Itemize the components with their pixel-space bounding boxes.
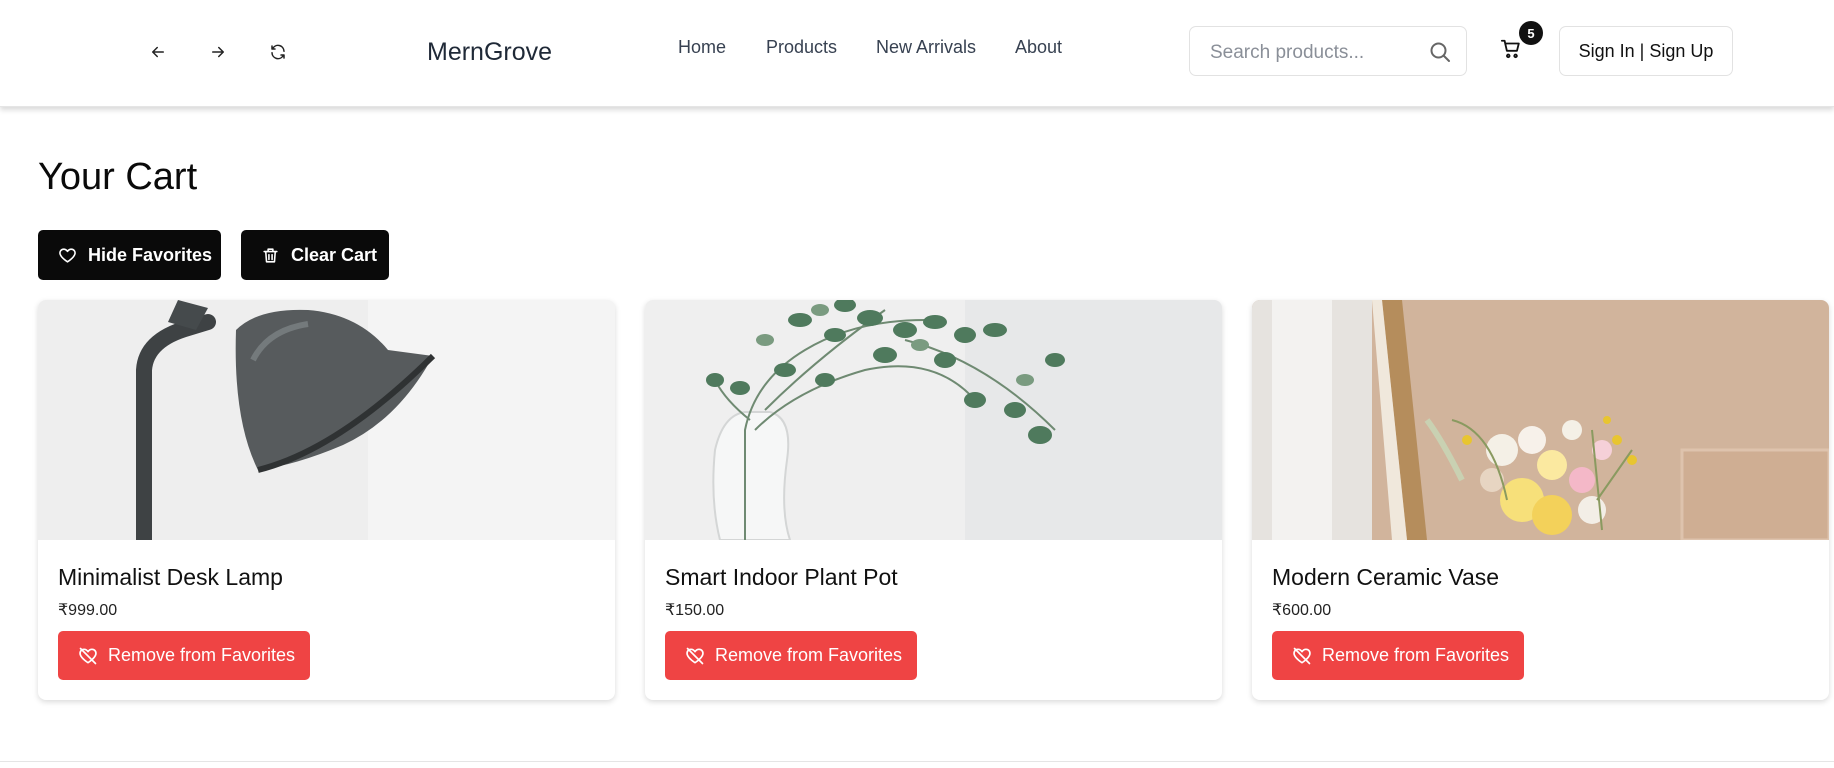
product-price: ₹999.00 (58, 602, 118, 619)
remove-from-favorites-button[interactable]: Remove from Favorites (1272, 631, 1524, 680)
nav-about[interactable]: About (1015, 37, 1062, 58)
heart-off-icon (1293, 647, 1311, 664)
back-button[interactable] (142, 36, 174, 68)
hide-favorites-label: Hide Favorites (88, 244, 213, 265)
product-card: Minimalist Desk Lamp ₹999.00 Remove from… (38, 300, 615, 700)
remove-from-favorites-button[interactable]: Remove from Favorites (665, 631, 917, 680)
trash-icon (263, 247, 278, 263)
product-name[interactable]: Minimalist Desk Lamp (58, 564, 283, 591)
remove-label: Remove from Favorites (715, 645, 903, 665)
nav-home[interactable]: Home (678, 37, 726, 58)
top-navbar: MernGrove Home Products New Arrivals Abo… (0, 0, 1834, 107)
arrow-right-icon (212, 46, 224, 58)
product-price: ₹150.00 (665, 602, 725, 619)
remove-label: Remove from Favorites (108, 645, 296, 665)
heart-off-icon (79, 647, 97, 664)
product-name[interactable]: Smart Indoor Plant Pot (665, 564, 898, 591)
nav-products[interactable]: Products (766, 37, 837, 58)
product-card: Smart Indoor Plant Pot ₹150.00 Remove fr… (645, 300, 1222, 700)
product-image (645, 300, 1222, 540)
nav-new-arrivals[interactable]: New Arrivals (876, 37, 976, 58)
arrow-left-icon (152, 46, 164, 58)
clear-cart-button[interactable]: Clear Cart (241, 230, 389, 280)
search-input[interactable] (1208, 39, 1422, 67)
refresh-button[interactable] (262, 36, 294, 68)
product-card: Modern Ceramic Vase ₹600.00 Remove from … (1252, 300, 1829, 700)
product-price: ₹600.00 (1272, 602, 1332, 619)
heart-icon (59, 247, 76, 263)
product-name[interactable]: Modern Ceramic Vase (1272, 564, 1499, 591)
plant-vase-photo (645, 300, 1222, 540)
clear-cart-label: Clear Cart (291, 244, 378, 265)
remove-label: Remove from Favorites (1322, 645, 1510, 665)
refresh-icon (271, 44, 285, 60)
brand-logo[interactable]: MernGrove (427, 38, 552, 67)
desk-lamp-photo (38, 300, 615, 540)
search-box (1189, 26, 1467, 76)
page-title: Your Cart (38, 156, 198, 198)
heart-off-icon (686, 647, 704, 664)
product-image (38, 300, 615, 540)
cart-icon (1500, 39, 1520, 59)
hide-favorites-button[interactable]: Hide Favorites (38, 230, 221, 280)
product-image (1252, 300, 1829, 540)
forward-button[interactable] (202, 36, 234, 68)
flower-vase-photo (1252, 300, 1829, 540)
remove-from-favorites-button[interactable]: Remove from Favorites (58, 631, 310, 680)
search-icon[interactable] (1428, 40, 1452, 64)
sign-in-button[interactable]: Sign In | Sign Up (1559, 26, 1733, 76)
cart-count-badge: 5 (1519, 21, 1543, 45)
footer-divider (0, 761, 1834, 762)
